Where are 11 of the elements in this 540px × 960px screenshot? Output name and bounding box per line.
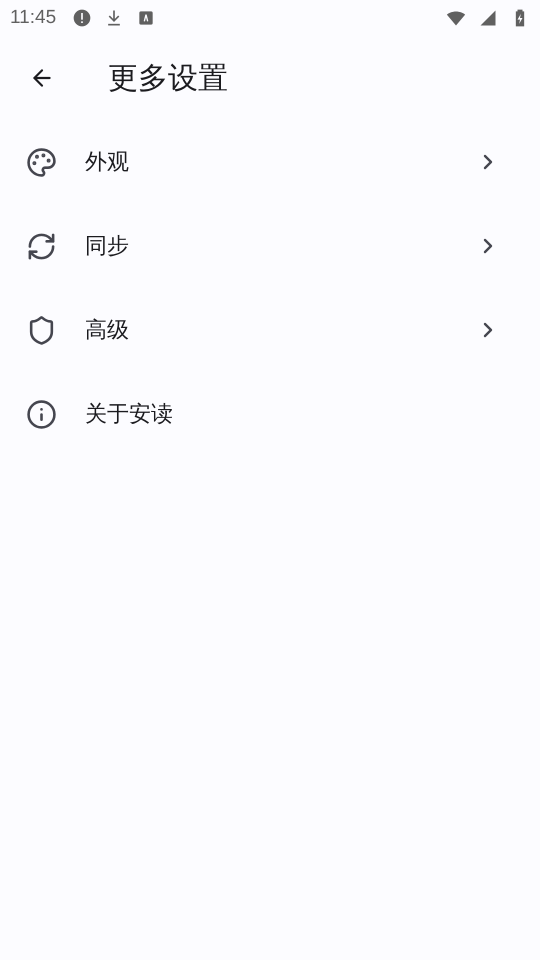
settings-item[interactable]: 外观 [0, 120, 540, 204]
info-icon [26, 398, 57, 430]
settings-item[interactable]: 关于安读 [0, 372, 540, 456]
page-title: 更多设置 [108, 60, 228, 98]
settings-item[interactable]: 高级 [0, 288, 540, 372]
alert-icon [72, 8, 92, 28]
signal-icon [478, 8, 498, 28]
sync-icon [26, 230, 57, 262]
settings-item[interactable]: 同步 [0, 204, 540, 288]
status-time: 11:45 [10, 7, 56, 29]
palette-icon [26, 146, 57, 178]
